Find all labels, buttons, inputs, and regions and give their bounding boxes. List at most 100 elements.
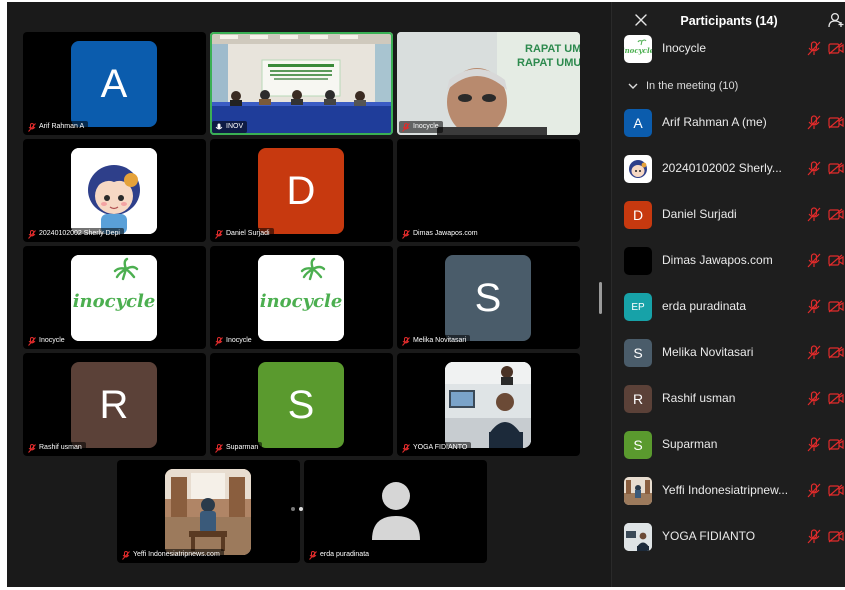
avatar-photo (624, 477, 652, 505)
muted-mic-icon[interactable] (807, 483, 821, 498)
participant-video (165, 469, 251, 555)
video-off-icon[interactable] (828, 116, 844, 129)
participant-row[interactable]: A Arif Rahman A (me) (612, 102, 845, 144)
video-off-icon[interactable] (828, 530, 844, 543)
inocycle-logo: inocycle (624, 35, 652, 63)
participant-row[interactable]: Yeffi Indonesiatripnew... (612, 470, 845, 512)
participant-name-tag: Inocycle (25, 335, 69, 347)
video-tile[interactable]: inocycle Inocycle (23, 246, 206, 349)
muted-mic-icon[interactable] (807, 345, 821, 360)
avatar: R (71, 362, 157, 448)
participant-row[interactable]: 20240102002 Sherly... (612, 148, 845, 190)
video-tile[interactable]: YOGA FIDIANTO (397, 353, 580, 456)
muted-mic-icon[interactable] (807, 437, 821, 452)
participant-row[interactable]: Dimas Jawapos.com (612, 240, 845, 282)
page-dot[interactable] (291, 507, 295, 511)
invite-person-icon[interactable] (828, 12, 844, 28)
video-tile[interactable]: D Daniel Surjadi (210, 139, 393, 242)
participant-name-tag: Inocycle (212, 335, 256, 347)
muted-mic-icon (402, 336, 410, 346)
panel-title: Participants (14) (680, 14, 778, 28)
video-off-icon[interactable] (828, 392, 844, 405)
in-meeting-section[interactable]: In the meeting (10) (628, 80, 738, 92)
video-off-icon[interactable] (828, 438, 844, 451)
participant-name-tag: Dimas Jawapos.com (399, 228, 482, 240)
video-tile[interactable]: 20240102002 Sherly Depi (23, 139, 206, 242)
video-tile[interactable]: Dimas Jawapos.com (397, 139, 580, 242)
muted-mic-icon (28, 229, 36, 239)
participant-row[interactable]: YOGA FIDIANTO (612, 516, 845, 558)
muted-mic-icon (28, 122, 36, 132)
video-off-icon[interactable] (828, 346, 844, 359)
muted-mic-icon (28, 336, 36, 346)
svg-text:RAPAT UM: RAPAT UM (525, 43, 580, 55)
participant-row[interactable]: inocycle Inocycle (612, 28, 845, 70)
muted-mic-icon[interactable] (807, 299, 821, 314)
participant-name: 20240102002 Sherly... (662, 161, 782, 175)
inocycle-logo: inocycle (71, 255, 157, 341)
muted-mic-icon[interactable] (807, 207, 821, 222)
muted-mic-icon (28, 443, 36, 453)
video-off-icon[interactable] (828, 162, 844, 175)
participant-name-tag: Rashif usman (25, 442, 86, 454)
video-tile[interactable]: S Melika Novitasari (397, 246, 580, 349)
video-tile[interactable]: R Rashif usman (23, 353, 206, 456)
avatar: A (624, 109, 652, 137)
muted-mic-icon (215, 443, 223, 453)
participant-name: erda puradinata (662, 299, 747, 313)
muted-mic-icon (215, 229, 223, 239)
video-tile[interactable]: inocycle Inocycle (210, 246, 393, 349)
participant-name: YOGA FIDIANTO (662, 529, 756, 543)
meeting-window: A Arif Rahman A INOV RAPAT UM RAPAT UMU … (7, 2, 845, 587)
video-tile[interactable]: RAPAT UM RAPAT UMU Inocycle (397, 32, 580, 135)
video-tile-active-speaker[interactable]: INOV (210, 32, 393, 135)
avatar (624, 247, 652, 275)
page-dot-current[interactable] (299, 507, 303, 511)
page-indicator[interactable] (291, 498, 307, 516)
muted-mic-icon[interactable] (807, 529, 821, 544)
participant-name: Inocycle (662, 41, 707, 55)
participant-name: Melika Novitasari (662, 345, 754, 359)
muted-mic-icon[interactable] (807, 115, 821, 130)
video-tile[interactable]: erda puradinata (304, 460, 487, 563)
video-off-icon[interactable] (828, 208, 844, 221)
cartoon-avatar (71, 148, 157, 234)
video-off-icon[interactable] (828, 484, 844, 497)
participant-name-tag: Arif Rahman A (25, 121, 89, 133)
participant-row[interactable]: D Daniel Surjadi (612, 194, 845, 236)
muted-mic-icon[interactable] (807, 253, 821, 268)
mic-icon (215, 123, 223, 129)
participant-row[interactable]: S Suparman (612, 424, 845, 466)
video-tile[interactable]: A Arif Rahman A (23, 32, 206, 135)
participant-row[interactable]: R Rashif usman (612, 378, 845, 420)
participant-name-tag: INOV (212, 121, 248, 133)
video-off-icon[interactable] (828, 254, 844, 267)
muted-mic-icon (215, 336, 223, 346)
inocycle-logo: inocycle (258, 255, 344, 341)
avatar: S (258, 362, 344, 448)
avatar: S (445, 255, 531, 341)
participant-row[interactable]: S Melika Novitasari (612, 332, 845, 374)
video-gallery: A Arif Rahman A INOV RAPAT UM RAPAT UMU … (7, 2, 607, 587)
chevron-down-icon (628, 83, 638, 89)
default-user-icon (372, 482, 420, 540)
participant-name-tag: Inocycle (399, 121, 443, 133)
meeting-room-video (210, 32, 393, 135)
avatar: A (71, 41, 157, 127)
participant-video (445, 362, 531, 448)
muted-mic-icon (402, 122, 410, 132)
participant-row[interactable]: EP erda puradinata (612, 286, 845, 328)
video-tile[interactable]: Yeffi Indonesiatripnews.com (117, 460, 300, 563)
video-off-icon[interactable] (828, 300, 844, 313)
video-off-icon[interactable] (828, 42, 844, 55)
muted-mic-icon[interactable] (807, 41, 821, 56)
muted-mic-icon (309, 550, 317, 560)
video-tile[interactable]: S Suparman (210, 353, 393, 456)
muted-mic-icon[interactable] (807, 161, 821, 176)
panel-resize-handle[interactable] (599, 282, 602, 314)
svg-text:RAPAT UMU: RAPAT UMU (517, 57, 580, 69)
participant-name: Yeffi Indonesiatripnew... (662, 483, 789, 497)
participant-name-tag: 20240102002 Sherly Depi (25, 228, 124, 240)
participant-name-tag: Melika Novitasari (399, 335, 471, 347)
muted-mic-icon[interactable] (807, 391, 821, 406)
